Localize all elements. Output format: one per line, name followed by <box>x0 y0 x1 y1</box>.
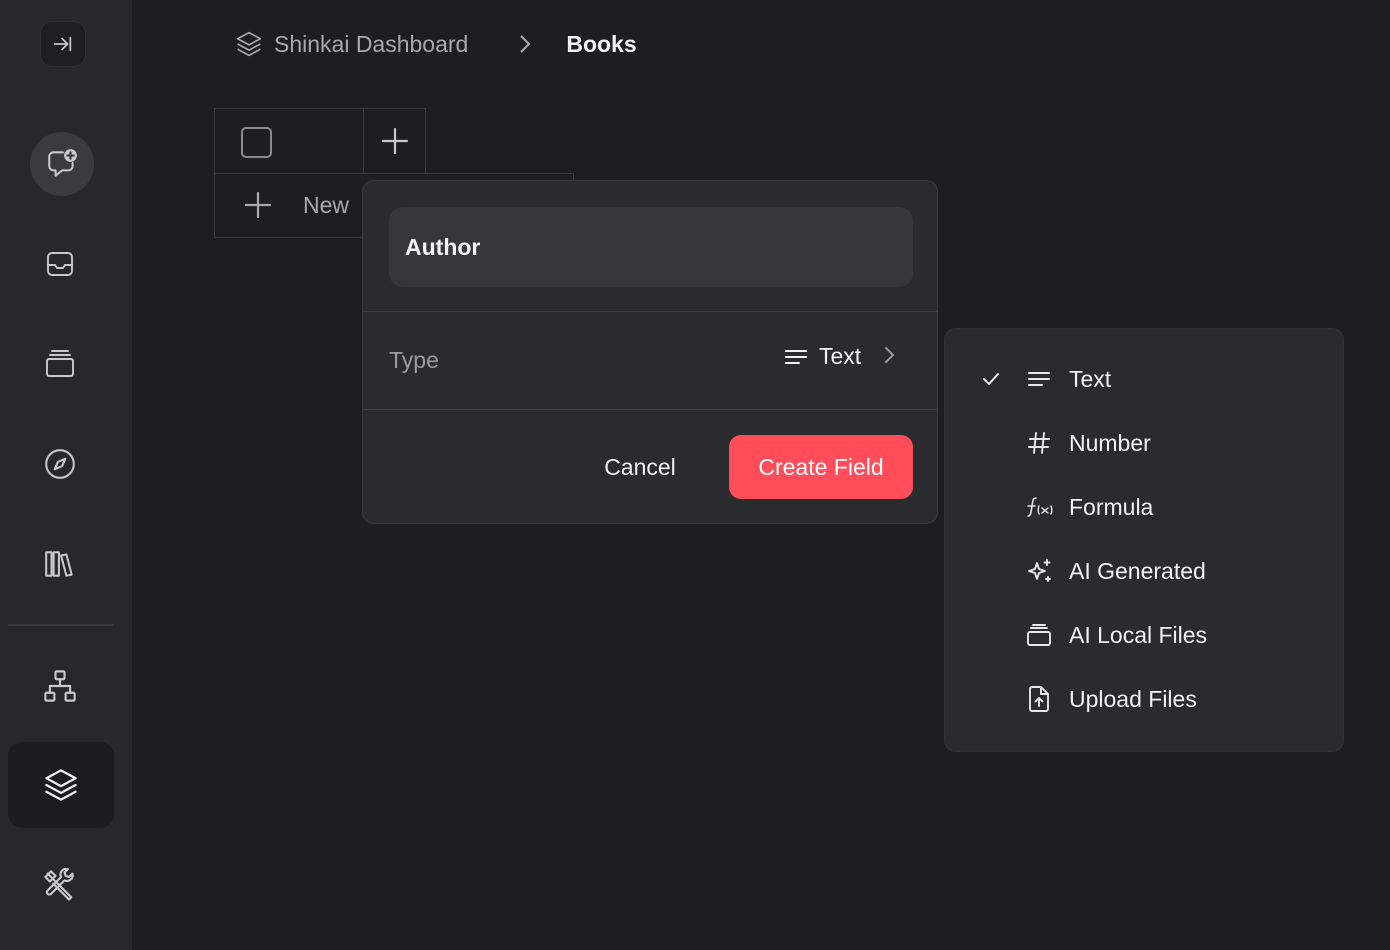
create-field-button[interactable]: Create Field <box>729 435 913 499</box>
menu-item-label: Text <box>1069 365 1112 392</box>
popover-divider <box>363 311 937 312</box>
add-column-button[interactable] <box>363 108 426 174</box>
breadcrumb: Shinkai Dashboard Books <box>234 28 637 60</box>
text-lines-icon <box>785 349 807 364</box>
cancel-button[interactable]: Cancel <box>581 435 699 499</box>
add-field-popover: Type Text Cancel Create Field <box>362 180 938 524</box>
formula-icon <box>1025 493 1053 521</box>
menu-item-number[interactable]: Number <box>945 415 1345 471</box>
arrow-right-to-line-icon <box>53 36 72 52</box>
hash-icon <box>1025 429 1053 457</box>
menu-item-ai-local-files[interactable]: AI Local Files <box>945 607 1345 663</box>
sparkles-icon <box>1025 557 1053 585</box>
menu-item-label: AI Generated <box>1069 557 1206 584</box>
check-icon <box>979 367 1003 391</box>
menu-item-text[interactable]: Text <box>945 351 1345 407</box>
field-type-value: Text <box>819 343 862 369</box>
chevron-right-icon <box>518 34 532 54</box>
hierarchy-icon <box>44 670 76 702</box>
explore-nav-item[interactable] <box>28 432 92 496</box>
files-nav-item[interactable] <box>28 332 92 396</box>
menu-item-label: AI Local Files <box>1069 621 1208 648</box>
select-all-checkbox[interactable] <box>241 127 272 158</box>
plus-icon <box>381 127 408 155</box>
new-row-button[interactable]: New <box>243 190 349 220</box>
library-nav-item[interactable] <box>28 532 92 596</box>
layers-icon <box>234 29 264 59</box>
breadcrumb-current: Books <box>566 30 637 57</box>
field-type-menu: Text Number Formula AI Generated AI Loca… <box>944 328 1344 752</box>
new-row-label: New <box>303 191 350 218</box>
text-lines-icon <box>1025 365 1053 393</box>
menu-item-label: Number <box>1069 429 1151 456</box>
expand-sidebar-button[interactable] <box>40 21 86 67</box>
menu-item-upload-files[interactable]: Upload Files <box>945 671 1345 727</box>
chat-plus-icon <box>48 149 77 177</box>
sidebar <box>0 0 132 950</box>
plus-icon <box>244 191 272 219</box>
type-label: Type <box>389 347 439 373</box>
menu-item-label: Formula <box>1069 493 1154 520</box>
inbox-nav-item[interactable] <box>28 232 92 296</box>
new-chat-button[interactable] <box>30 132 94 196</box>
tools-icon <box>44 868 74 901</box>
library-icon <box>45 551 73 577</box>
tools-nav-item[interactable] <box>28 854 92 918</box>
breadcrumb-root-link[interactable]: Shinkai Dashboard <box>274 31 468 58</box>
field-name-input[interactable] <box>389 207 913 287</box>
popover-divider <box>363 409 937 410</box>
compass-icon <box>45 449 75 479</box>
field-type-select[interactable]: Text <box>783 343 895 370</box>
menu-item-formula[interactable]: Formula <box>945 479 1345 535</box>
menu-item-ai-generated[interactable]: AI Generated <box>945 543 1345 599</box>
chevron-right-icon <box>883 343 895 370</box>
layers-icon <box>45 769 77 801</box>
stack-icon <box>1025 621 1053 649</box>
inbox-icon <box>47 252 73 276</box>
stack-icon <box>46 350 74 377</box>
menu-item-label: Upload Files <box>1069 685 1197 712</box>
select-all-header-cell <box>214 108 364 174</box>
sheets-nav-item[interactable] <box>8 742 114 828</box>
sidebar-divider <box>8 624 114 626</box>
file-upload-icon <box>1025 685 1053 713</box>
workflows-nav-item[interactable] <box>28 654 92 718</box>
